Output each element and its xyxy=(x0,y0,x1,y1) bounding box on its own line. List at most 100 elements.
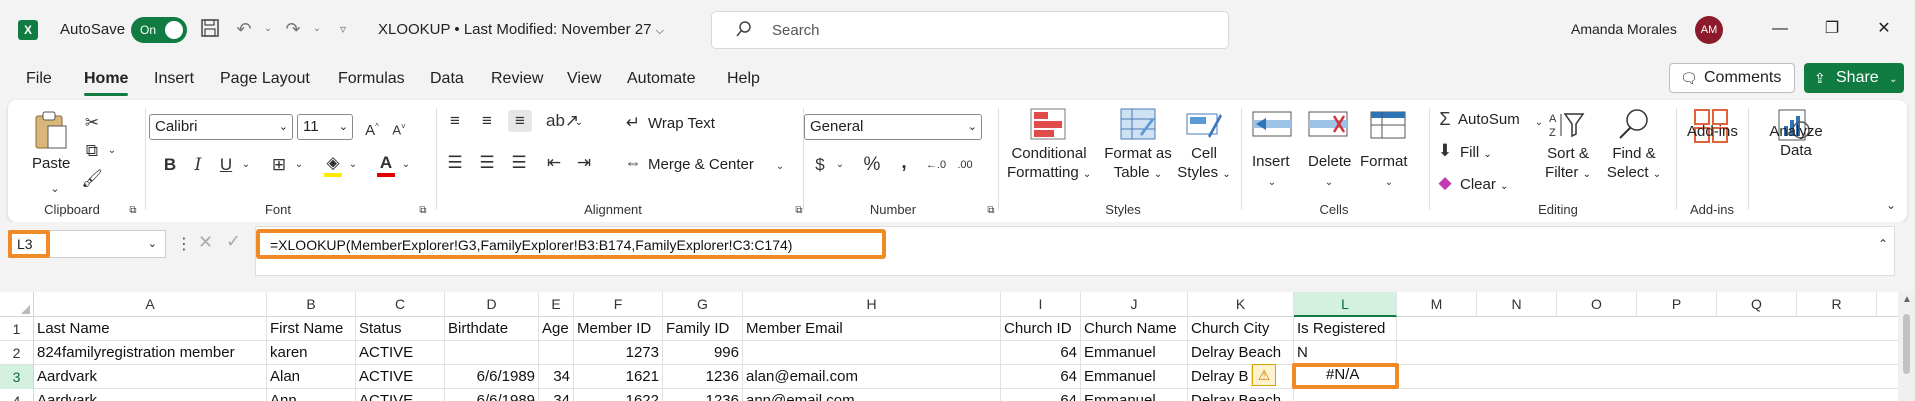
font-family-select[interactable]: Calibri ⌄ xyxy=(149,114,293,140)
column-header[interactable]: C xyxy=(356,292,445,317)
fill-button[interactable]: Fill ⌄ xyxy=(1460,143,1492,164)
font-color-dropdown-icon[interactable]: ⌄ xyxy=(395,154,417,176)
fill-color-icon[interactable]: ◈ xyxy=(322,152,344,177)
vertical-scrollbar[interactable]: ▲ xyxy=(1898,292,1915,401)
table-cell[interactable]: Member Email xyxy=(743,317,1001,341)
merge-center-button[interactable]: Merge & Center xyxy=(648,155,754,174)
table-cell[interactable]: Member ID xyxy=(574,317,663,341)
currency-dropdown-icon[interactable]: ⌄ xyxy=(829,154,851,176)
tab-insert[interactable]: Insert xyxy=(154,70,194,88)
column-header[interactable]: E xyxy=(539,292,574,317)
tab-help[interactable]: Help xyxy=(727,70,760,88)
table-cell[interactable]: 1622 xyxy=(574,389,663,401)
row-header[interactable]: 1 xyxy=(0,317,34,341)
redo-dropdown-icon[interactable]: ⌄ xyxy=(306,18,328,40)
more-options-icon[interactable]: ⋮ xyxy=(176,234,192,254)
align-bottom-icon[interactable]: ≡ xyxy=(508,110,532,132)
bold-icon[interactable]: B xyxy=(159,154,181,176)
table-cell[interactable]: Ann xyxy=(267,389,356,401)
search-box[interactable] xyxy=(711,11,1229,49)
row-header[interactable]: 2 xyxy=(0,341,34,365)
expand-formula-bar-icon[interactable]: ⌃ xyxy=(1878,237,1888,251)
table-cell[interactable]: First Name xyxy=(267,317,356,341)
enter-icon[interactable]: ✓ xyxy=(226,231,241,252)
undo-icon[interactable]: ↶ xyxy=(233,18,255,40)
table-cell[interactable]: 64 xyxy=(1001,365,1081,389)
column-header[interactable]: H xyxy=(743,292,1001,317)
table-cell[interactable]: Last Name xyxy=(34,317,267,341)
comments-button[interactable]: 🗨 Comments xyxy=(1669,63,1795,93)
fill-icon[interactable]: ⬇ xyxy=(1434,140,1456,162)
autosave-toggle[interactable]: On xyxy=(131,17,187,43)
table-cell[interactable]: 996 xyxy=(663,341,743,365)
clear-button[interactable]: Clear ⌄ xyxy=(1460,175,1508,196)
table-cell[interactable]: Emmanuel xyxy=(1081,341,1188,365)
decrease-decimal-icon[interactable]: .00 xyxy=(954,154,976,176)
format-painter-icon[interactable]: 🖌 xyxy=(81,168,103,190)
add-ins-button[interactable]: Add-ins xyxy=(1687,122,1738,141)
conditional-formatting-button[interactable]: Conditional Formatting ⌄ xyxy=(1007,122,1091,184)
tab-page-layout[interactable]: Page Layout xyxy=(220,70,310,88)
sort-filter-button[interactable]: Sort & Filter ⌄ xyxy=(1538,122,1598,184)
font-color-icon[interactable]: A xyxy=(375,152,397,177)
clear-icon[interactable]: ◆ xyxy=(1434,172,1456,194)
table-cell[interactable]: 6/6/1989 xyxy=(445,365,539,389)
merge-center-icon[interactable]: ⇔ xyxy=(622,152,644,174)
merge-dropdown-icon[interactable]: ⌄ xyxy=(769,156,791,178)
currency-icon[interactable]: $ xyxy=(809,154,831,176)
dialog-launcher-icon[interactable]: ⧉ xyxy=(122,200,144,222)
error-warning-icon[interactable]: ⚠ xyxy=(1252,364,1276,386)
redo-icon[interactable]: ↷ xyxy=(282,18,304,40)
delete-dropdown-icon[interactable]: ⌄ xyxy=(1318,172,1340,194)
user-name[interactable]: Amanda Morales xyxy=(1571,21,1677,37)
table-cell[interactable]: 1273 xyxy=(574,341,663,365)
table-cell[interactable]: Church Name xyxy=(1081,317,1188,341)
scrollbar-thumb[interactable] xyxy=(1903,314,1910,374)
document-title[interactable]: XLOOKUP • Last Modified: November 27 ⌵ xyxy=(378,21,664,38)
align-top-icon[interactable]: ≡ xyxy=(444,110,466,132)
number-format-select[interactable]: General ⌄ xyxy=(804,114,982,140)
cell-styles-button[interactable]: Cell Styles ⌄ xyxy=(1174,122,1234,184)
column-header[interactable]: J xyxy=(1081,292,1188,317)
table-cell[interactable]: Birthdate xyxy=(445,317,539,341)
fill-color-dropdown-icon[interactable]: ⌄ xyxy=(342,154,364,176)
align-center-icon[interactable]: ☰ xyxy=(476,152,498,174)
share-button[interactable]: ⇪ Share ⌄ xyxy=(1804,63,1904,93)
column-header[interactable]: O xyxy=(1557,292,1637,317)
table-cell[interactable]: 1236 xyxy=(663,365,743,389)
insert-dropdown-icon[interactable]: ⌄ xyxy=(1261,172,1283,194)
cut-icon[interactable]: ✂ xyxy=(81,112,103,134)
table-cell[interactable] xyxy=(445,341,539,365)
table-cell[interactable]: 64 xyxy=(1001,341,1081,365)
copy-dropdown-icon[interactable]: ⌄ xyxy=(101,140,123,162)
insert-cells-icon[interactable] xyxy=(1252,110,1292,141)
align-right-icon[interactable]: ☰ xyxy=(508,152,530,174)
table-cell[interactable]: Emmanuel xyxy=(1081,365,1188,389)
formula-input[interactable]: =XLOOKUP(MemberExplorer!G3,FamilyExplore… xyxy=(255,226,1895,276)
table-cell[interactable]: ACTIVE xyxy=(356,389,445,401)
dialog-launcher-icon[interactable]: ⧉ xyxy=(412,200,434,222)
find-select-button[interactable]: Find & Select ⌄ xyxy=(1604,122,1664,184)
format-as-table-button[interactable]: Format as Table ⌄ xyxy=(1102,122,1174,184)
column-header[interactable]: B xyxy=(267,292,356,317)
undo-dropdown-icon[interactable]: ⌄ xyxy=(257,18,279,40)
minimize-icon[interactable]: — xyxy=(1760,14,1800,44)
row-header-selected[interactable]: 3 xyxy=(0,365,34,389)
table-cell[interactable]: Alan xyxy=(267,365,356,389)
table-cell[interactable]: Is Registered xyxy=(1294,317,1397,341)
column-header[interactable]: M xyxy=(1397,292,1477,317)
format-cells-button[interactable]: Format xyxy=(1360,152,1408,171)
table-cell[interactable]: Aardvark xyxy=(34,365,267,389)
table-cell[interactable] xyxy=(539,341,574,365)
column-header[interactable]: G xyxy=(663,292,743,317)
increase-indent-icon[interactable]: ⇥ xyxy=(573,152,595,174)
table-cell[interactable]: Delray Beach xyxy=(1188,341,1294,365)
restore-icon[interactable]: ❐ xyxy=(1812,14,1852,44)
table-cell[interactable]: Delray B xyxy=(1188,365,1252,389)
table-cell[interactable] xyxy=(743,341,1001,365)
underline-dropdown-icon[interactable]: ⌄ xyxy=(235,154,257,176)
cancel-icon[interactable]: ✕ xyxy=(198,232,213,253)
table-cell[interactable]: Church ID xyxy=(1001,317,1081,341)
decrease-indent-icon[interactable]: ⇤ xyxy=(543,152,565,174)
delete-cells-button[interactable]: Delete xyxy=(1308,152,1351,171)
